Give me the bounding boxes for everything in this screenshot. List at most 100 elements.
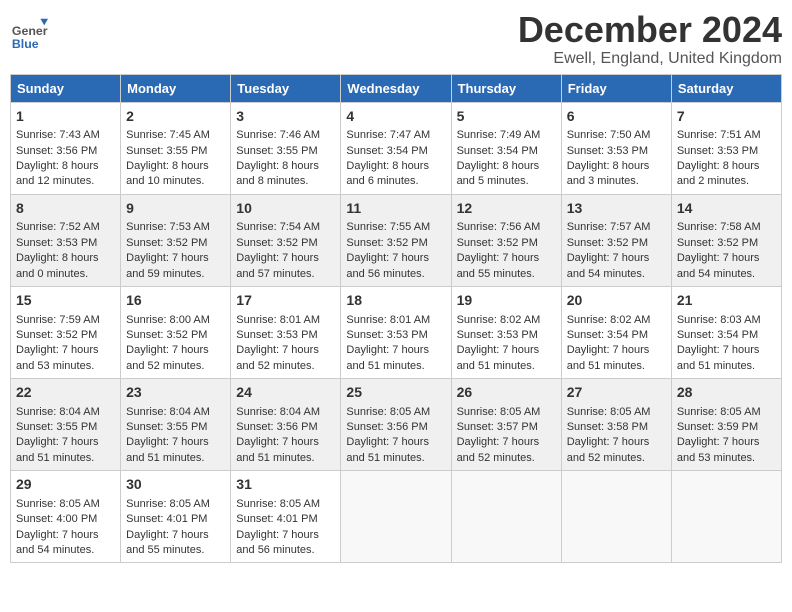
- day-number: 6: [567, 107, 666, 127]
- week-row-2: 8Sunrise: 7:52 AMSunset: 3:53 PMDaylight…: [11, 194, 782, 286]
- day-info: Sunset: 3:52 PM: [567, 236, 666, 251]
- day-number: 14: [677, 199, 776, 219]
- day-info: Sunset: 3:53 PM: [236, 328, 335, 343]
- calendar-cell: 24Sunrise: 8:04 AMSunset: 3:56 PMDayligh…: [231, 379, 341, 471]
- day-info: Sunrise: 7:45 AM: [126, 128, 225, 143]
- calendar-header-row: SundayMondayTuesdayWednesdayThursdayFrid…: [11, 74, 782, 102]
- day-info: Sunset: 4:01 PM: [126, 512, 225, 527]
- calendar-cell: 26Sunrise: 8:05 AMSunset: 3:57 PMDayligh…: [451, 379, 561, 471]
- day-info: and 51 minutes.: [457, 359, 556, 374]
- day-info: Daylight: 7 hours: [236, 528, 335, 543]
- day-info: Sunset: 3:57 PM: [457, 420, 556, 435]
- day-info: Sunset: 3:55 PM: [126, 420, 225, 435]
- day-info: Daylight: 8 hours: [457, 159, 556, 174]
- day-info: and 56 minutes.: [346, 267, 445, 282]
- day-header-friday: Friday: [561, 74, 671, 102]
- day-info: Sunrise: 7:57 AM: [567, 220, 666, 235]
- day-info: Sunrise: 7:46 AM: [236, 128, 335, 143]
- calendar-cell: [451, 471, 561, 563]
- day-number: 15: [16, 291, 115, 311]
- day-info: Daylight: 8 hours: [567, 159, 666, 174]
- day-info: and 53 minutes.: [16, 359, 115, 374]
- week-row-4: 22Sunrise: 8:04 AMSunset: 3:55 PMDayligh…: [11, 379, 782, 471]
- logo: General Blue: [10, 14, 52, 52]
- day-number: 26: [457, 383, 556, 403]
- day-info: Daylight: 8 hours: [126, 159, 225, 174]
- day-info: and 3 minutes.: [567, 174, 666, 189]
- day-info: Sunset: 3:54 PM: [346, 144, 445, 159]
- day-info: Daylight: 7 hours: [346, 435, 445, 450]
- calendar-cell: 15Sunrise: 7:59 AMSunset: 3:52 PMDayligh…: [11, 286, 121, 378]
- day-number: 18: [346, 291, 445, 311]
- page-header: General Blue December 2024 Ewell, Englan…: [10, 10, 782, 68]
- day-info: and 55 minutes.: [457, 267, 556, 282]
- calendar-cell: 14Sunrise: 7:58 AMSunset: 3:52 PMDayligh…: [671, 194, 781, 286]
- svg-text:Blue: Blue: [12, 37, 39, 51]
- day-info: Daylight: 7 hours: [236, 343, 335, 358]
- day-header-thursday: Thursday: [451, 74, 561, 102]
- day-number: 13: [567, 199, 666, 219]
- day-header-tuesday: Tuesday: [231, 74, 341, 102]
- day-info: Daylight: 7 hours: [236, 435, 335, 450]
- day-info: Daylight: 7 hours: [126, 251, 225, 266]
- day-info: Daylight: 7 hours: [236, 251, 335, 266]
- calendar-cell: 6Sunrise: 7:50 AMSunset: 3:53 PMDaylight…: [561, 102, 671, 194]
- day-info: and 59 minutes.: [126, 267, 225, 282]
- day-info: Daylight: 8 hours: [677, 159, 776, 174]
- day-info: Sunset: 3:54 PM: [677, 328, 776, 343]
- day-header-monday: Monday: [121, 74, 231, 102]
- day-number: 22: [16, 383, 115, 403]
- day-info: Sunset: 3:55 PM: [126, 144, 225, 159]
- day-info: and 54 minutes.: [567, 267, 666, 282]
- day-info: Sunset: 4:00 PM: [16, 512, 115, 527]
- title-area: December 2024 Ewell, England, United Kin…: [518, 10, 782, 68]
- day-info: Sunrise: 8:00 AM: [126, 313, 225, 328]
- day-info: Sunset: 3:58 PM: [567, 420, 666, 435]
- day-info: Sunrise: 7:58 AM: [677, 220, 776, 235]
- day-number: 28: [677, 383, 776, 403]
- day-number: 29: [16, 475, 115, 495]
- day-number: 24: [236, 383, 335, 403]
- day-info: Sunrise: 8:05 AM: [677, 405, 776, 420]
- day-number: 31: [236, 475, 335, 495]
- calendar-cell: 16Sunrise: 8:00 AMSunset: 3:52 PMDayligh…: [121, 286, 231, 378]
- calendar-cell: 25Sunrise: 8:05 AMSunset: 3:56 PMDayligh…: [341, 379, 451, 471]
- calendar-cell: 3Sunrise: 7:46 AMSunset: 3:55 PMDaylight…: [231, 102, 341, 194]
- day-info: Sunset: 3:53 PM: [567, 144, 666, 159]
- day-number: 17: [236, 291, 335, 311]
- calendar-cell: 5Sunrise: 7:49 AMSunset: 3:54 PMDaylight…: [451, 102, 561, 194]
- day-info: Daylight: 7 hours: [126, 528, 225, 543]
- day-info: Sunrise: 8:01 AM: [346, 313, 445, 328]
- day-info: Daylight: 7 hours: [16, 435, 115, 450]
- day-number: 9: [126, 199, 225, 219]
- day-number: 16: [126, 291, 225, 311]
- calendar-cell: 20Sunrise: 8:02 AMSunset: 3:54 PMDayligh…: [561, 286, 671, 378]
- day-info: and 10 minutes.: [126, 174, 225, 189]
- calendar-cell: [341, 471, 451, 563]
- day-info: Sunrise: 8:04 AM: [236, 405, 335, 420]
- day-info: Sunrise: 7:43 AM: [16, 128, 115, 143]
- day-info: and 54 minutes.: [16, 543, 115, 558]
- calendar-cell: 19Sunrise: 8:02 AMSunset: 3:53 PMDayligh…: [451, 286, 561, 378]
- day-info: Sunrise: 8:03 AM: [677, 313, 776, 328]
- day-info: Sunrise: 7:51 AM: [677, 128, 776, 143]
- calendar-cell: 9Sunrise: 7:53 AMSunset: 3:52 PMDaylight…: [121, 194, 231, 286]
- calendar-cell: 29Sunrise: 8:05 AMSunset: 4:00 PMDayligh…: [11, 471, 121, 563]
- day-info: Sunset: 3:55 PM: [16, 420, 115, 435]
- day-info: Daylight: 7 hours: [457, 251, 556, 266]
- day-header-sunday: Sunday: [11, 74, 121, 102]
- calendar-cell: [561, 471, 671, 563]
- day-info: Sunset: 3:53 PM: [346, 328, 445, 343]
- day-number: 21: [677, 291, 776, 311]
- day-info: Daylight: 7 hours: [567, 435, 666, 450]
- calendar-subtitle: Ewell, England, United Kingdom: [518, 50, 782, 68]
- day-info: Daylight: 8 hours: [16, 251, 115, 266]
- day-info: and 6 minutes.: [346, 174, 445, 189]
- calendar-table: SundayMondayTuesdayWednesdayThursdayFrid…: [10, 74, 782, 564]
- day-info: and 51 minutes.: [126, 451, 225, 466]
- calendar-cell: 23Sunrise: 8:04 AMSunset: 3:55 PMDayligh…: [121, 379, 231, 471]
- day-number: 10: [236, 199, 335, 219]
- day-info: and 8 minutes.: [236, 174, 335, 189]
- day-info: Sunset: 3:53 PM: [457, 328, 556, 343]
- day-info: and 52 minutes.: [457, 451, 556, 466]
